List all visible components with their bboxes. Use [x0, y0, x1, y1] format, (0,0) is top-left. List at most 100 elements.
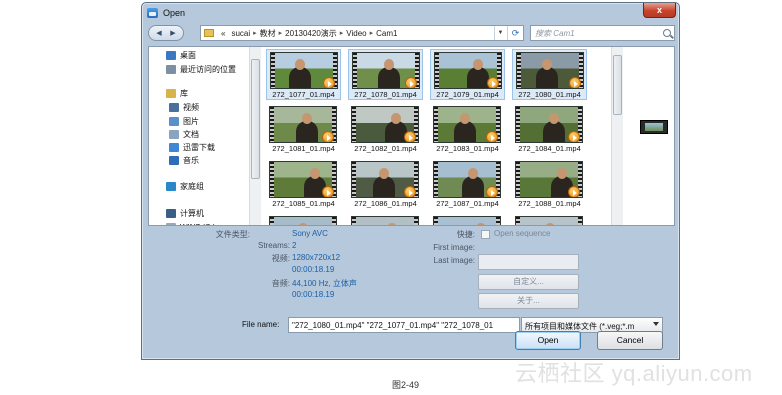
refresh-icon[interactable]: ⟳ [507, 26, 523, 40]
file-type-label: 文件类型: [215, 230, 250, 239]
sidebar-item[interactable]: WIN7 (C:) [166, 221, 216, 226]
sidebar-item-label: WIN7 (C:) [180, 223, 216, 226]
sidebar-item-label: 库 [180, 88, 188, 98]
file-tile[interactable]: 272_1083_01.mp4 [430, 104, 505, 155]
about-button[interactable]: 关于... [478, 293, 579, 309]
search-icon[interactable] [663, 29, 671, 37]
audio-duration: 00:00:18.19 [292, 290, 335, 299]
file-tile[interactable]: 272_1085_01.mp4 [266, 159, 341, 210]
video-thumbnail [351, 161, 419, 198]
file-name-row: File name: "272_1080_01.mp4" "272_1077_0… [148, 317, 675, 335]
open-sequence-checkbox[interactable] [481, 230, 490, 239]
forward-arrow-icon[interactable]: ▶ [170, 29, 175, 37]
file-name-label: 272_1087_01.mp4 [436, 199, 499, 208]
file-tile[interactable]: 272_1078_01.mp4 [348, 49, 423, 100]
open-button[interactable]: Open [515, 331, 581, 350]
navigation-pane: 桌面最近访问的位置库视频图片文档迅雷下载音乐家庭组计算机 WIN7 (C:) [149, 47, 261, 225]
cancel-button[interactable]: Cancel [597, 331, 663, 350]
streams-label: Streams: [257, 241, 290, 250]
sidebar-item-label: 家庭组 [180, 181, 204, 191]
video-value: 1280x720x12 [292, 253, 341, 262]
play-badge-icon [568, 131, 580, 142]
sidebar-item[interactable]: 迅雷下载 [169, 141, 215, 153]
breadcrumb-demo[interactable]: 20130420演示 [282, 28, 340, 39]
video-thumbnail [516, 52, 584, 89]
file-tile[interactable]: 272_1082_01.mp4 [348, 104, 423, 155]
sidebar-scrollbar-thumb[interactable] [251, 59, 260, 179]
breadcrumb-cam1[interactable]: Cam1 [373, 29, 400, 38]
video-preview-icon [640, 120, 668, 134]
documents-icon [169, 129, 179, 139]
quick-label: 快捷: [456, 230, 475, 239]
close-button[interactable]: x [643, 3, 676, 18]
thunder-download-icon [169, 142, 179, 152]
file-tile[interactable]: 272_1077_01.mp4 [266, 49, 341, 100]
sidebar-item[interactable]: 视频 [169, 101, 199, 113]
file-tile[interactable] [430, 214, 505, 225]
sidebar-item[interactable]: 家庭组 [166, 180, 204, 192]
file-tile[interactable]: 272_1087_01.mp4 [430, 159, 505, 210]
sidebar-scrollbar[interactable] [249, 47, 261, 225]
sidebar-item[interactable]: 文档 [169, 128, 199, 140]
breadcrumb-prefix[interactable]: « [218, 29, 228, 38]
video-thumbnail [270, 52, 338, 89]
sidebar-item[interactable]: 图片 [169, 115, 199, 127]
video-thumbnail [351, 106, 419, 143]
file-grid-scrollbar-thumb[interactable] [613, 55, 622, 115]
sidebar-item[interactable]: 桌面 [166, 49, 196, 61]
file-type-value: Sony AVC [292, 229, 328, 238]
back-forward-buttons[interactable]: ◀ ▶ [148, 25, 184, 41]
breadcrumb-sucai[interactable]: sucai [228, 29, 253, 38]
play-badge-icon [486, 186, 498, 197]
sidebar-item-label: 最近访问的位置 [180, 64, 236, 74]
file-grid-scrollbar[interactable] [611, 47, 623, 225]
chevron-down-icon[interactable] [653, 322, 659, 326]
play-badge-icon [323, 77, 335, 88]
file-name-input[interactable]: "272_1080_01.mp4" "272_1077_01.mp4" "272… [288, 317, 520, 333]
sidebar-item-label: 文档 [183, 129, 199, 139]
file-name-label: 272_1084_01.mp4 [518, 144, 581, 153]
dialog-title: Open [163, 7, 186, 18]
video-thumbnail [433, 106, 501, 143]
file-tile[interactable]: 272_1080_01.mp4 [512, 49, 587, 100]
address-dropdown-icon[interactable]: ▼ [494, 26, 506, 40]
figure-caption: 图2-49 [392, 380, 420, 390]
sidebar-item-label: 图片 [183, 116, 199, 126]
image-range-field[interactable] [478, 254, 579, 270]
sidebar-item-label: 迅雷下载 [183, 142, 215, 152]
breadcrumb-jiaocai[interactable]: 教材 [257, 28, 279, 39]
sidebar-item[interactable]: 音乐 [169, 154, 199, 166]
file-tile[interactable]: 272_1084_01.mp4 [512, 104, 587, 155]
file-tile[interactable] [266, 214, 341, 225]
play-badge-icon [404, 186, 416, 197]
breadcrumb-video[interactable]: Video [343, 29, 369, 38]
file-tile[interactable]: 272_1088_01.mp4 [512, 159, 587, 210]
play-badge-icon [568, 186, 580, 197]
video-thumbnail [351, 216, 419, 225]
file-tile[interactable]: 272_1079_01.mp4 [430, 49, 505, 100]
file-grid: 272_1077_01.mp4 272_1078_01.mp4 272_1079_0… [266, 49, 606, 225]
play-badge-icon [487, 77, 499, 88]
back-arrow-icon[interactable]: ◀ [156, 29, 161, 37]
sidebar-item[interactable]: 最近访问的位置 [166, 63, 236, 75]
folder-icon [204, 29, 214, 37]
search-placeholder: 搜索 Cam1 [535, 29, 575, 38]
file-tile[interactable]: 272_1086_01.mp4 [348, 159, 423, 210]
video-thumbnail [515, 106, 583, 143]
file-name-label: 272_1082_01.mp4 [354, 144, 417, 153]
file-tile[interactable] [348, 214, 423, 225]
address-bar[interactable]: « sucai ▸ 教材 ▸ 20130420演示 ▸ Video ▸ Cam1… [200, 25, 524, 41]
file-tile[interactable] [512, 214, 587, 225]
customize-button[interactable]: 自定义... [478, 274, 579, 290]
pictures-icon [169, 116, 179, 126]
play-badge-icon [569, 77, 581, 88]
sidebar-item[interactable]: 库 [166, 87, 188, 99]
homegroup-icon [166, 181, 176, 191]
play-badge-icon [404, 131, 416, 142]
watermark-text: 云栖社区 yq.aliyun.com [515, 361, 753, 386]
file-tile[interactable]: 272_1081_01.mp4 [266, 104, 341, 155]
sidebar-item[interactable]: 计算机 [166, 207, 204, 219]
desktop-icon [166, 50, 176, 60]
file-name-label: File name: [242, 320, 280, 329]
search-input[interactable]: 搜索 Cam1 [530, 25, 675, 41]
